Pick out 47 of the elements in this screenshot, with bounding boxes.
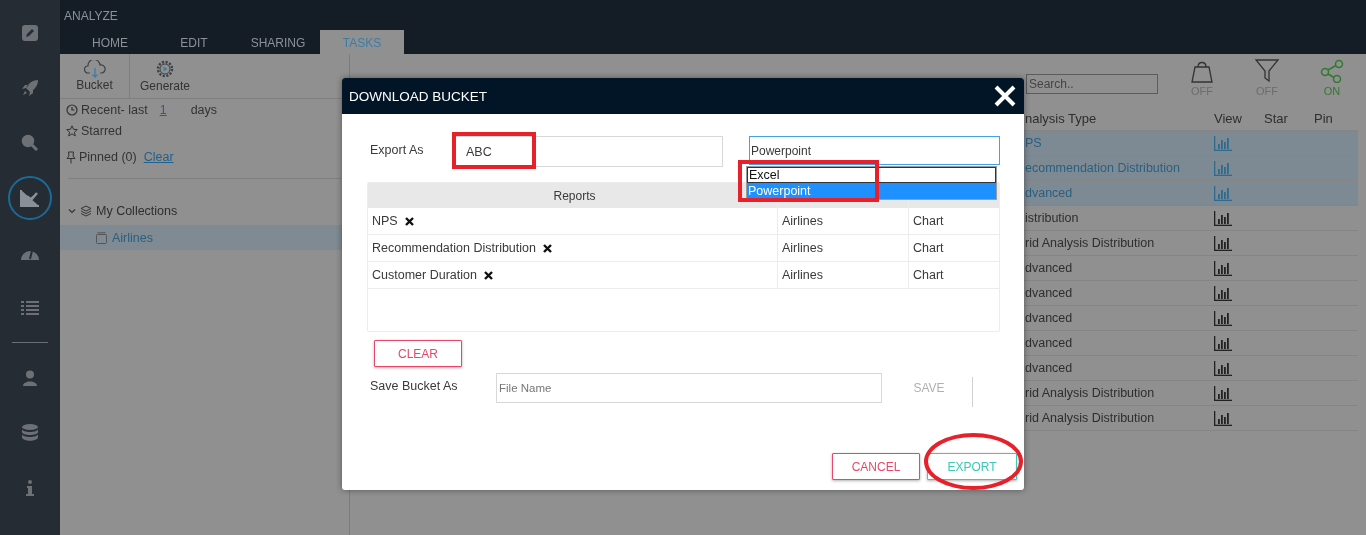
cancel-button[interactable]: CANCEL bbox=[832, 453, 920, 480]
dropdown-option[interactable]: Excel bbox=[747, 167, 996, 183]
export-name-field[interactable]: ABC bbox=[455, 136, 723, 167]
table-row[interactable]: dvanced bbox=[1024, 256, 1358, 281]
table-row[interactable]: dvanced bbox=[1024, 331, 1358, 356]
clear-link[interactable]: Clear bbox=[143, 150, 174, 164]
clear-button[interactable]: CLEAR bbox=[374, 340, 462, 367]
column-header: View bbox=[1214, 110, 1243, 126]
app-title: ANALYZE bbox=[64, 9, 119, 23]
column-header: Pin bbox=[1314, 110, 1333, 126]
table-row[interactable]: rid Analysis Distribution bbox=[1024, 231, 1358, 256]
table-cell: NPS bbox=[372, 214, 398, 228]
filter-label: Starred bbox=[81, 124, 122, 138]
table-cell: Recommendation Distribution bbox=[372, 241, 536, 255]
table-row[interactable]: dvanced bbox=[1024, 281, 1358, 306]
toolbar-button[interactable]: Generate bbox=[130, 54, 201, 98]
table-row[interactable]: dvanced bbox=[1024, 356, 1358, 381]
dialog-header: DOWNLOAD BUCKET bbox=[342, 78, 1024, 114]
table-cell: Chart bbox=[913, 214, 944, 228]
filter-label: Pinned (0) bbox=[79, 150, 137, 164]
table-cell: Chart bbox=[913, 268, 944, 282]
toolbar-button[interactable]: Bucket bbox=[60, 54, 130, 98]
filter-label: Recent- last bbox=[81, 103, 148, 117]
field-label: Save Bucket As bbox=[369, 379, 459, 393]
table-row[interactable]: rid Analysis Distribution bbox=[1024, 381, 1358, 406]
table-cell: Airlines bbox=[782, 214, 823, 228]
field-label: Export As bbox=[369, 143, 425, 157]
export-button[interactable]: EXPORT bbox=[927, 453, 1017, 480]
days-link[interactable]: 1 bbox=[159, 103, 167, 117]
table-cell: Customer Duration bbox=[372, 268, 477, 282]
tab[interactable]: HOME bbox=[68, 30, 152, 54]
search-field[interactable]: Search.. bbox=[1026, 74, 1158, 94]
filter-label: days bbox=[190, 103, 218, 117]
file-name-field[interactable]: File Name bbox=[496, 373, 882, 403]
format-select[interactable]: Powerpoint bbox=[749, 136, 1000, 165]
tab[interactable]: EDIT bbox=[152, 30, 236, 54]
table-cell: Chart bbox=[913, 241, 944, 255]
column-header: Star bbox=[1264, 110, 1289, 126]
table-row[interactable]: rid Analysis Distribution bbox=[1024, 406, 1358, 431]
tab[interactable]: SHARING bbox=[236, 30, 320, 54]
column-header: nalysis Type bbox=[1024, 110, 1098, 126]
tree-item[interactable]: My Collections bbox=[60, 201, 349, 221]
table-cell: Airlines bbox=[782, 241, 823, 255]
table-row[interactable]: istribution bbox=[1024, 206, 1358, 231]
table-row[interactable]: dvanced bbox=[1024, 306, 1358, 331]
dropdown-option[interactable]: Powerpoint bbox=[747, 183, 996, 199]
table-cell: Airlines bbox=[782, 268, 823, 282]
